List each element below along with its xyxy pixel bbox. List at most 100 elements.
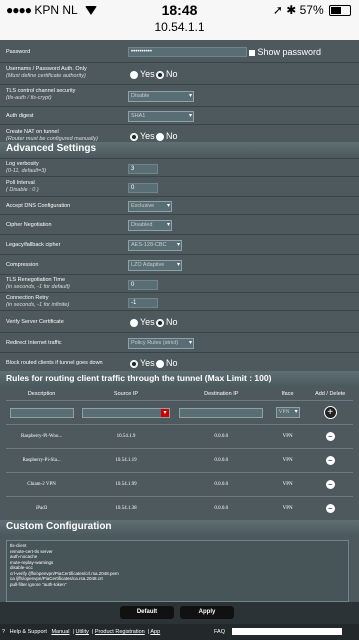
battery-fill xyxy=(331,7,342,15)
action-bar: Default Apply xyxy=(0,602,359,624)
ios-status-bar: ●●●● KPN NL 18:48 10.54.1.1 ➚ ✱ 57% xyxy=(0,0,359,40)
block-label: Block routed clients if tunnel goes down xyxy=(6,360,103,366)
col-add-delete: Add / Delete xyxy=(315,391,346,397)
rule-destination-ip: 0.0.0.0 xyxy=(174,496,268,520)
radio-icon[interactable] xyxy=(156,132,164,141)
new-rule-row: ▾ VPN + xyxy=(6,400,353,425)
nat-no[interactable]: No xyxy=(156,131,178,141)
block-row: Block routed clients if tunnel goes down… xyxy=(0,352,359,373)
userpass-label: Usernams / Password Auth. Only xyxy=(6,66,87,72)
custom-config-header: Custom Configuration xyxy=(0,520,359,535)
col-source-ip: Source IP xyxy=(113,391,139,397)
radio-selected-icon[interactable] xyxy=(156,318,164,327)
verify-yes[interactable]: Yes xyxy=(130,317,155,327)
radio-icon[interactable] xyxy=(130,70,138,79)
table-header-row: Description Source IP Destination IP Ifa… xyxy=(6,388,353,401)
tls-label: TLS control channel security xyxy=(6,88,76,94)
dns-label: Accept DNS Configuration xyxy=(6,203,71,209)
rules-table: Description Source IP Destination IP Ifa… xyxy=(6,388,353,520)
digest-select[interactable]: SHA1 xyxy=(128,111,194,122)
delete-rule-icon[interactable]: − xyxy=(325,504,335,513)
new-destination-ip-input[interactable] xyxy=(179,407,264,418)
retry-label: Connection Retry xyxy=(6,295,49,301)
custom-config-textarea[interactable]: tls-client remote-cert-tls server auth-n… xyxy=(6,540,349,602)
utility-link[interactable]: Utility xyxy=(75,629,88,635)
poll-row: Poll Interval ( Disable : 0 ) 0 xyxy=(0,176,359,197)
add-rule-icon[interactable]: + xyxy=(323,406,337,419)
cipher-select[interactable]: Disabled xyxy=(128,220,172,231)
legacy-row: Legacy/fallback cipher AES-128-CBC xyxy=(0,234,359,255)
digest-row: Auth digest SHA1 xyxy=(0,106,359,125)
delete-rule-icon[interactable]: − xyxy=(325,480,335,489)
block-no[interactable]: No xyxy=(156,358,178,368)
verify-label: Verify Server Certificate xyxy=(6,319,64,325)
rule-source-ip: 10.54.1.38 xyxy=(77,496,175,520)
col-description: Description xyxy=(27,391,56,397)
compression-label: Compression xyxy=(6,262,39,268)
faq-search-input[interactable] xyxy=(232,628,342,635)
table-row: Chiam-2 VPN 10.54.1.99 0.0.0.0 VPN − xyxy=(6,472,353,497)
userpass-no[interactable]: No xyxy=(156,69,178,79)
apply-button[interactable]: Apply xyxy=(180,606,234,619)
rule-source-ip: 10.54.1.99 xyxy=(77,472,175,497)
legacy-select[interactable]: AES-128-CBC xyxy=(128,240,182,251)
radio-icon[interactable] xyxy=(130,318,138,327)
delete-rule-icon[interactable]: − xyxy=(325,432,335,441)
new-source-ip-input[interactable]: ▾ xyxy=(82,407,170,418)
rule-destination-ip: 0.0.0.0 xyxy=(174,424,268,449)
retry-row: Connection Retry (in seconds, -1 for inf… xyxy=(0,292,359,311)
help-support-link[interactable]: Help & Support xyxy=(10,629,47,635)
client-list-dropdown-icon[interactable]: ▾ xyxy=(161,408,169,417)
tls-select[interactable]: Disable xyxy=(128,91,194,102)
nat-yes[interactable]: Yes xyxy=(130,131,155,141)
rule-source-ip: 10.54.1.19 xyxy=(77,448,175,473)
app-link[interactable]: App xyxy=(150,629,160,635)
verbosity-label: Log verbosity xyxy=(6,161,39,167)
rule-iface: VPN xyxy=(267,472,308,497)
default-button[interactable]: Default xyxy=(120,606,174,619)
rule-destination-ip: 0.0.0.0 xyxy=(174,448,268,473)
battery-icon xyxy=(329,5,351,17)
show-password-label: Show password xyxy=(257,47,322,57)
table-row: Raspberry-Pi-Sla... 10.54.1.19 0.0.0.0 V… xyxy=(6,448,353,473)
compression-row: Compression LZO Adaptive xyxy=(0,254,359,275)
address-bar[interactable]: 10.54.1.1 xyxy=(0,20,359,34)
registration-link[interactable]: Product Registration xyxy=(95,629,145,635)
delete-rule-icon[interactable]: − xyxy=(325,456,335,465)
digest-label: Auth digest xyxy=(6,113,34,119)
redirect-select[interactable]: Policy Rules (strict) xyxy=(128,338,194,349)
poll-input[interactable]: 0 xyxy=(128,183,158,193)
bluetooth-icon: ✱ xyxy=(286,3,297,17)
reneg-input[interactable]: 0 xyxy=(128,280,158,290)
retry-input[interactable]: -1 xyxy=(128,298,158,308)
status-right: ➚ ✱ 57% xyxy=(273,3,351,17)
verbosity-input[interactable]: 3 xyxy=(128,164,158,174)
legacy-label: Legacy/fallback cipher xyxy=(6,242,61,248)
rule-description: Raspberry-Pi-Woo... xyxy=(6,424,78,449)
reneg-label: TLS Renegotiation Time xyxy=(6,277,66,283)
radio-selected-icon[interactable] xyxy=(156,70,164,79)
help-icon: ? xyxy=(2,629,6,635)
compression-select[interactable]: LZO Adaptive xyxy=(128,260,182,271)
userpass-yes[interactable]: Yes xyxy=(130,69,155,79)
verbosity-row: Log verbosity (0-11, default=3) 3 xyxy=(0,158,359,177)
poll-label: Poll Interval xyxy=(6,180,35,186)
radio-selected-icon[interactable] xyxy=(130,132,138,141)
password-input[interactable]: •••••••••• xyxy=(128,47,247,57)
cipher-label: Cipher Negotiation xyxy=(6,222,52,228)
poll-note: ( Disable : 0 ) xyxy=(6,187,39,193)
rule-iface: VPN xyxy=(267,496,308,520)
show-password-checkbox[interactable]: Show password xyxy=(249,47,321,57)
dns-select[interactable]: Exclusive xyxy=(128,201,172,212)
rule-source-ip: 10.54.1.9 xyxy=(77,424,175,449)
new-description-input[interactable] xyxy=(9,407,74,418)
verify-no[interactable]: No xyxy=(156,317,178,327)
radio-icon[interactable] xyxy=(156,359,164,368)
checkbox-icon[interactable] xyxy=(249,49,255,56)
new-iface-select[interactable]: VPN xyxy=(275,407,300,418)
redirect-label: Redirect Internet traffic xyxy=(6,340,62,346)
radio-selected-icon[interactable] xyxy=(130,359,138,368)
block-yes[interactable]: Yes xyxy=(130,358,155,368)
manual-link[interactable]: Manual xyxy=(51,629,69,635)
faq-label[interactable]: FAQ xyxy=(214,624,225,640)
